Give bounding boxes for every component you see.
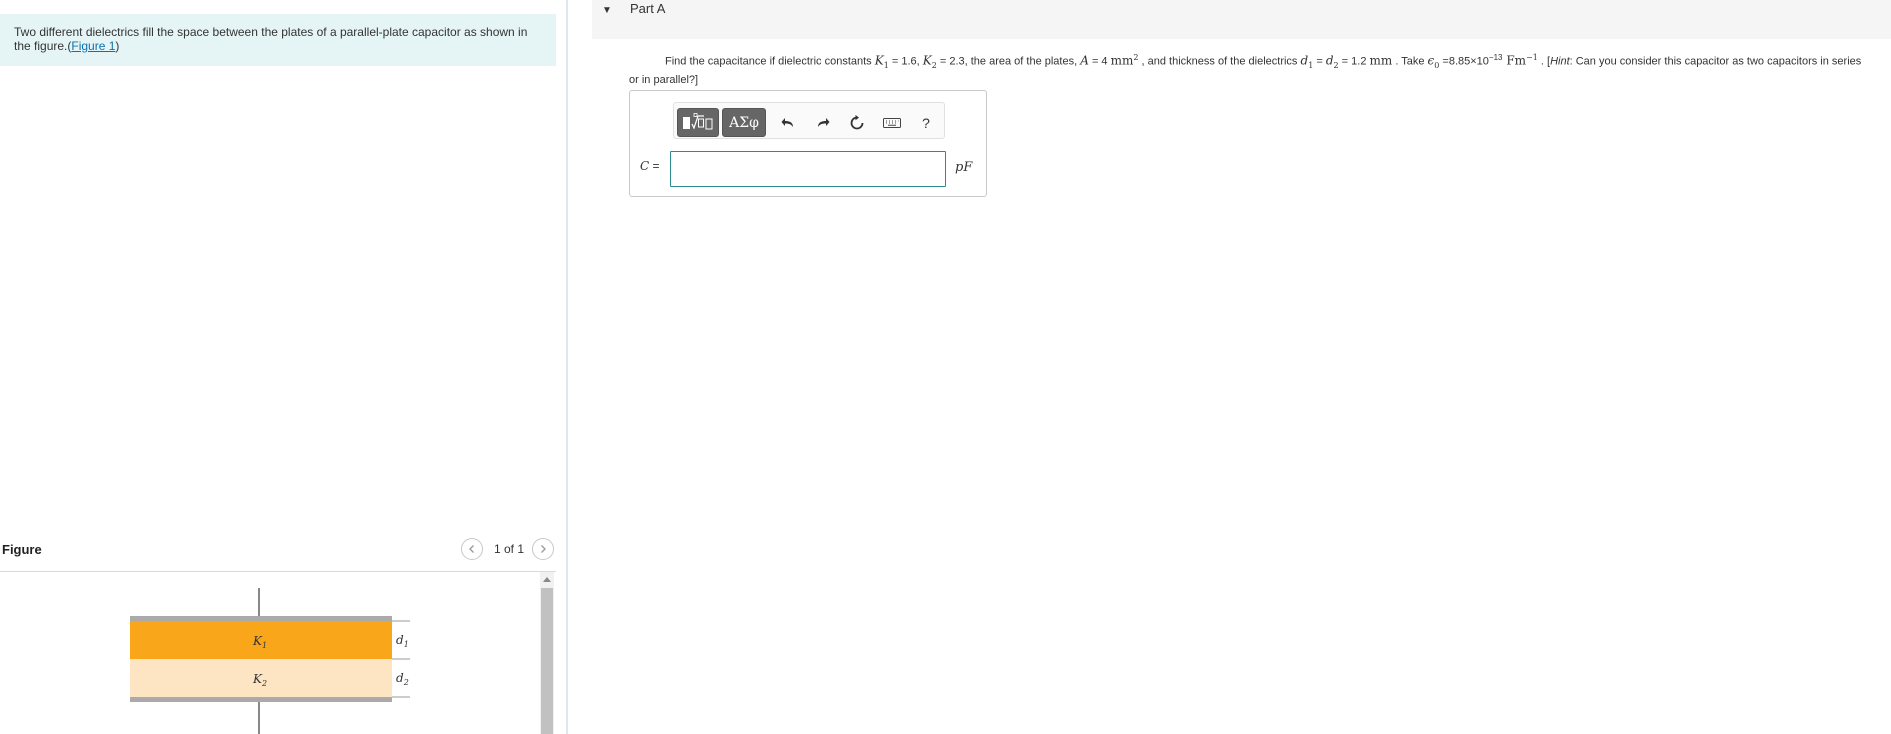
templates-icon [683,112,713,130]
link-close-paren: ) [115,39,120,53]
undo-button[interactable] [777,108,799,137]
figure-header: Figure 1 of 1 [0,538,556,572]
math-toolbar: ΑΣφ ? [673,102,945,139]
symbols-button[interactable]: ΑΣφ [722,108,766,137]
help-button[interactable]: ? [916,108,936,137]
keyboard-icon [883,117,901,128]
figure-image: K1 K2 d1 d2 [0,572,540,734]
figure-link[interactable]: Figure 1 [71,39,115,53]
bottom-plate [130,697,392,702]
figure-title: Figure [2,542,42,557]
reset-icon [850,114,864,129]
chevron-right-icon [541,545,546,553]
answer-variable-label: C = [640,159,660,173]
right-pane: ▼ Part A Find the capacitance if dielect… [568,0,1891,734]
undo-icon [781,117,793,127]
label-d2: d2 [396,671,409,687]
question-text: Find the capacitance if dielectric const… [629,53,1862,86]
capacitance-input[interactable] [670,151,946,187]
hint-label: Hint [1550,55,1570,68]
problem-intro: Two different dielectrics fill the space… [0,14,556,66]
figure-counter: 1 of 1 [494,542,525,556]
caret-down-icon: ▼ [602,5,612,16]
capacitor-diagram: K1 K2 d1 d2 [130,588,410,734]
part-a-header[interactable]: ▼ Part A [592,0,1891,39]
scroll-up-button[interactable] [540,572,554,586]
left-pane: Two different dielectrics fill the space… [0,0,566,734]
chevron-left-icon [469,545,474,553]
keyboard-button[interactable] [880,108,904,137]
redo-icon [818,117,830,127]
top-plate [130,616,392,621]
figure-next-button[interactable] [532,538,554,560]
redo-button[interactable] [812,108,834,137]
reset-button[interactable] [846,108,868,137]
answer-unit: pF [955,160,973,175]
figure-prev-button[interactable] [461,538,483,560]
answer-box: ΑΣφ ? C = pF [629,90,987,197]
figure-scrollbar[interactable] [540,572,554,734]
label-d1: d1 [396,633,409,649]
scroll-thumb[interactable] [541,588,553,734]
caret-up-icon [543,577,551,582]
part-title: Part A [630,1,666,16]
templates-button[interactable] [677,108,719,137]
